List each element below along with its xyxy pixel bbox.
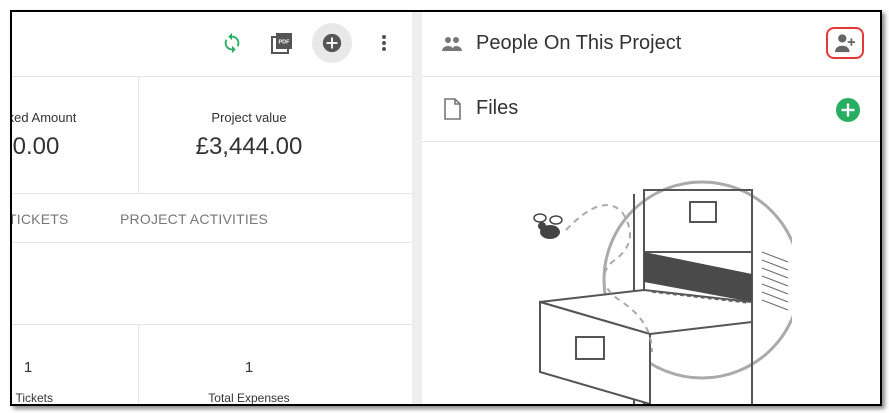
project-stats: ked Amount 0.00 Project value £3,444.00 <box>12 77 412 194</box>
people-title: People On This Project <box>476 32 682 54</box>
project-value-amount: £3,444.00 <box>195 133 303 160</box>
files-title: Files <box>476 97 519 119</box>
add-icon <box>322 33 342 53</box>
window-frame: PDF ked Amount 0.00 Project value £3,444… <box>10 10 882 406</box>
more-vert-icon[interactable] <box>366 25 402 61</box>
project-tabs: TICKETS PROJECT ACTIVITIES <box>12 194 412 243</box>
tickets-count: 1 <box>23 359 33 376</box>
add-button[interactable] <box>312 23 352 63</box>
person-add-icon <box>835 34 855 53</box>
expenses-count: 1 <box>244 359 254 376</box>
tickets-label: al Tickets <box>12 391 53 404</box>
pdf-icon[interactable]: PDF <box>264 25 300 61</box>
stat-left-label: ked Amount <box>12 110 77 125</box>
summary-tickets: 1 al Tickets <box>12 325 98 404</box>
refresh-icon[interactable] <box>214 25 250 61</box>
add-file-icon[interactable] <box>836 98 860 122</box>
summary-stats: 1 al Tickets 1 Total Expenses <box>12 324 412 404</box>
stats-divider <box>138 77 139 194</box>
panel-gutter <box>412 12 422 404</box>
project-value-label: Project value <box>211 110 287 125</box>
empty-files-illustration <box>533 180 792 404</box>
tab-tickets[interactable]: TICKETS <box>12 211 69 227</box>
add-person-button[interactable] <box>826 27 864 59</box>
summary-expenses: 1 Total Expenses <box>179 325 319 404</box>
tab-project-activities[interactable]: PROJECT ACTIVITIES <box>120 211 268 227</box>
stat-left-value: 0.00 <box>12 133 60 160</box>
files-section-header: Files <box>422 77 880 142</box>
summary-divider <box>138 324 139 404</box>
pdf-icon-text: PDF <box>279 40 291 46</box>
stat-left: ked Amount 0.00 <box>12 77 132 193</box>
file-icon <box>444 98 461 120</box>
project-side-panel: People On This Project Files <box>422 12 880 404</box>
people-section-header: People On This Project <box>422 12 880 77</box>
project-main-panel: PDF ked Amount 0.00 Project value £3,444… <box>12 12 412 404</box>
people-icon <box>442 37 462 51</box>
project-toolbar: PDF <box>12 12 412 77</box>
expenses-label: Total Expenses <box>208 391 290 404</box>
stat-project-value: Project value £3,444.00 <box>139 77 359 193</box>
